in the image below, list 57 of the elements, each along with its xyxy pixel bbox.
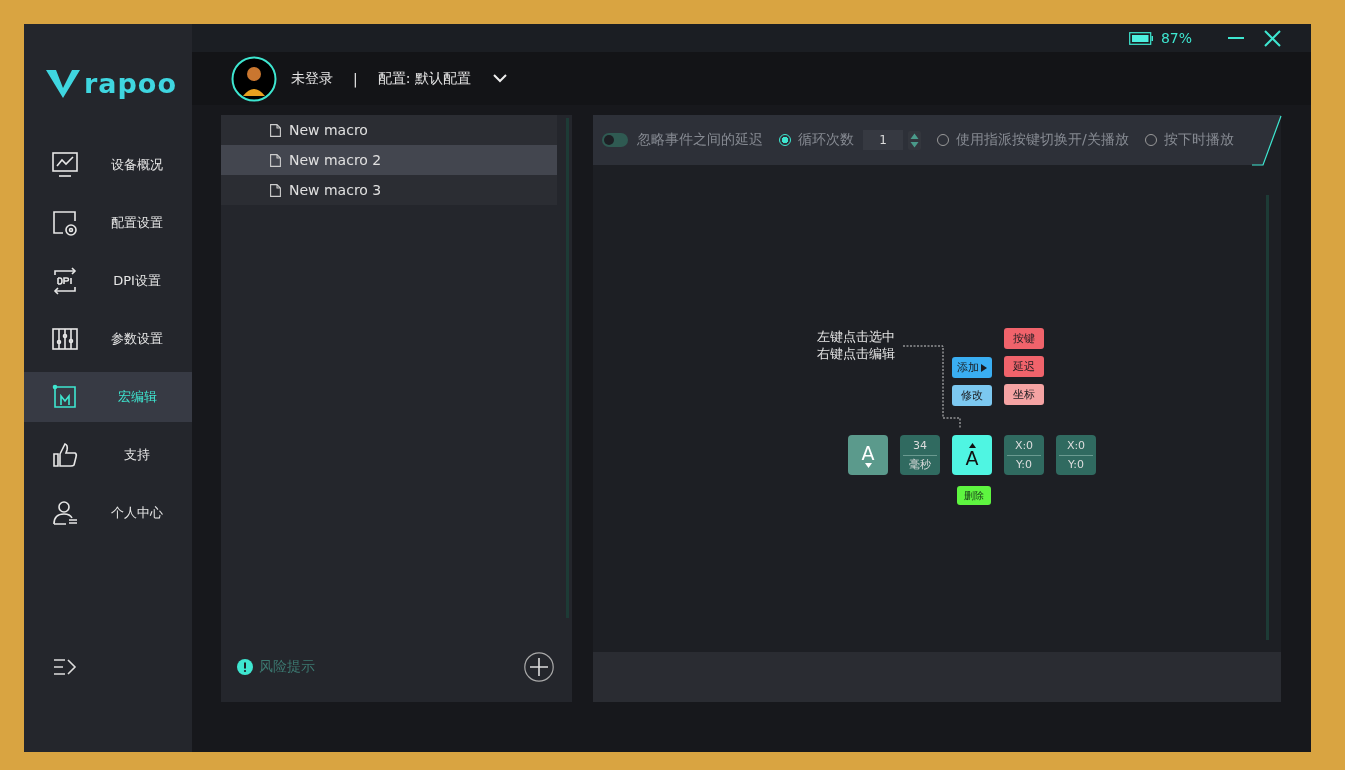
context-menu-item[interactable]: 修改 [952,385,992,406]
nav-item[interactable]: DPI设置 [24,256,192,306]
dpi-icon [51,267,79,295]
sliders-icon [51,325,79,353]
profile-selector[interactable]: 配置: 默认配置 [377,69,471,88]
macro-item[interactable]: New macro 2 [221,145,557,175]
move-event[interactable]: X:0 Y:0 [1004,435,1044,475]
nav-item[interactable]: 个人中心 [24,488,192,538]
key-event[interactable]: A [952,435,992,475]
option-label: 按下时播放 [1163,131,1234,149]
submenu-item[interactable]: 延迟 [1004,356,1044,377]
macro-item[interactable]: New macro [221,115,557,145]
expand-menu-icon[interactable] [53,658,77,676]
option-label: 使用指派按键切换开/关播放 [956,131,1129,149]
logo-v-icon [46,68,80,98]
delay-event[interactable]: 34 毫秒 [900,435,940,475]
down-arrow-icon [864,462,872,468]
submenu-item[interactable]: 坐标 [1004,384,1044,405]
macro-item[interactable]: New macro 3 [221,175,557,205]
gear-icon [51,209,79,237]
option-label: 循环次数 [798,131,854,149]
context-menu-item[interactable]: 添加 [952,357,992,378]
delete-button[interactable]: 删除 [957,486,991,505]
thumbs-up-icon [51,441,79,469]
loop-count-field[interactable]: 1 [863,130,903,150]
toolbar-slanted-border [1252,115,1282,167]
separator: | [353,70,358,87]
chevron-down-icon[interactable] [492,74,507,83]
add-icon[interactable] [524,652,554,682]
file-icon [270,123,281,137]
avatar-icon[interactable] [231,55,277,102]
nav-item[interactable]: 配置设置 [24,198,192,248]
minimize-icon[interactable] [1228,36,1244,40]
nav-item[interactable]: 设备概况 [24,140,192,190]
nav-item[interactable]: 宏编辑 [24,372,192,422]
chart-icon [51,151,79,179]
nav-item[interactable]: 支持 [24,430,192,480]
move-event[interactable]: X:0 Y:0 [1056,435,1096,475]
macro-icon [51,383,79,411]
radio-button[interactable] [779,134,791,146]
spinner-icon[interactable] [908,130,921,150]
nav-item[interactable]: 参数设置 [24,314,192,364]
logo-text: rapoo [84,67,177,99]
user-icon [51,499,79,527]
hint-text: 左键点击选中 右键点击编辑 [817,328,895,362]
submenu-item[interactable]: 按键 [1004,328,1044,349]
close-icon[interactable] [1264,29,1281,47]
option-label: 忽略事件之间的延迟 [637,131,763,149]
battery-level: 87% [1160,30,1192,46]
toggle-switch[interactable] [602,133,628,147]
submenu-arrow-icon [981,363,987,372]
file-icon [270,183,281,197]
battery-icon [1128,31,1153,45]
login-status[interactable]: 未登录 [291,69,333,88]
warning-icon [237,659,253,675]
file-icon [270,153,281,167]
up-arrow-icon [968,442,976,448]
